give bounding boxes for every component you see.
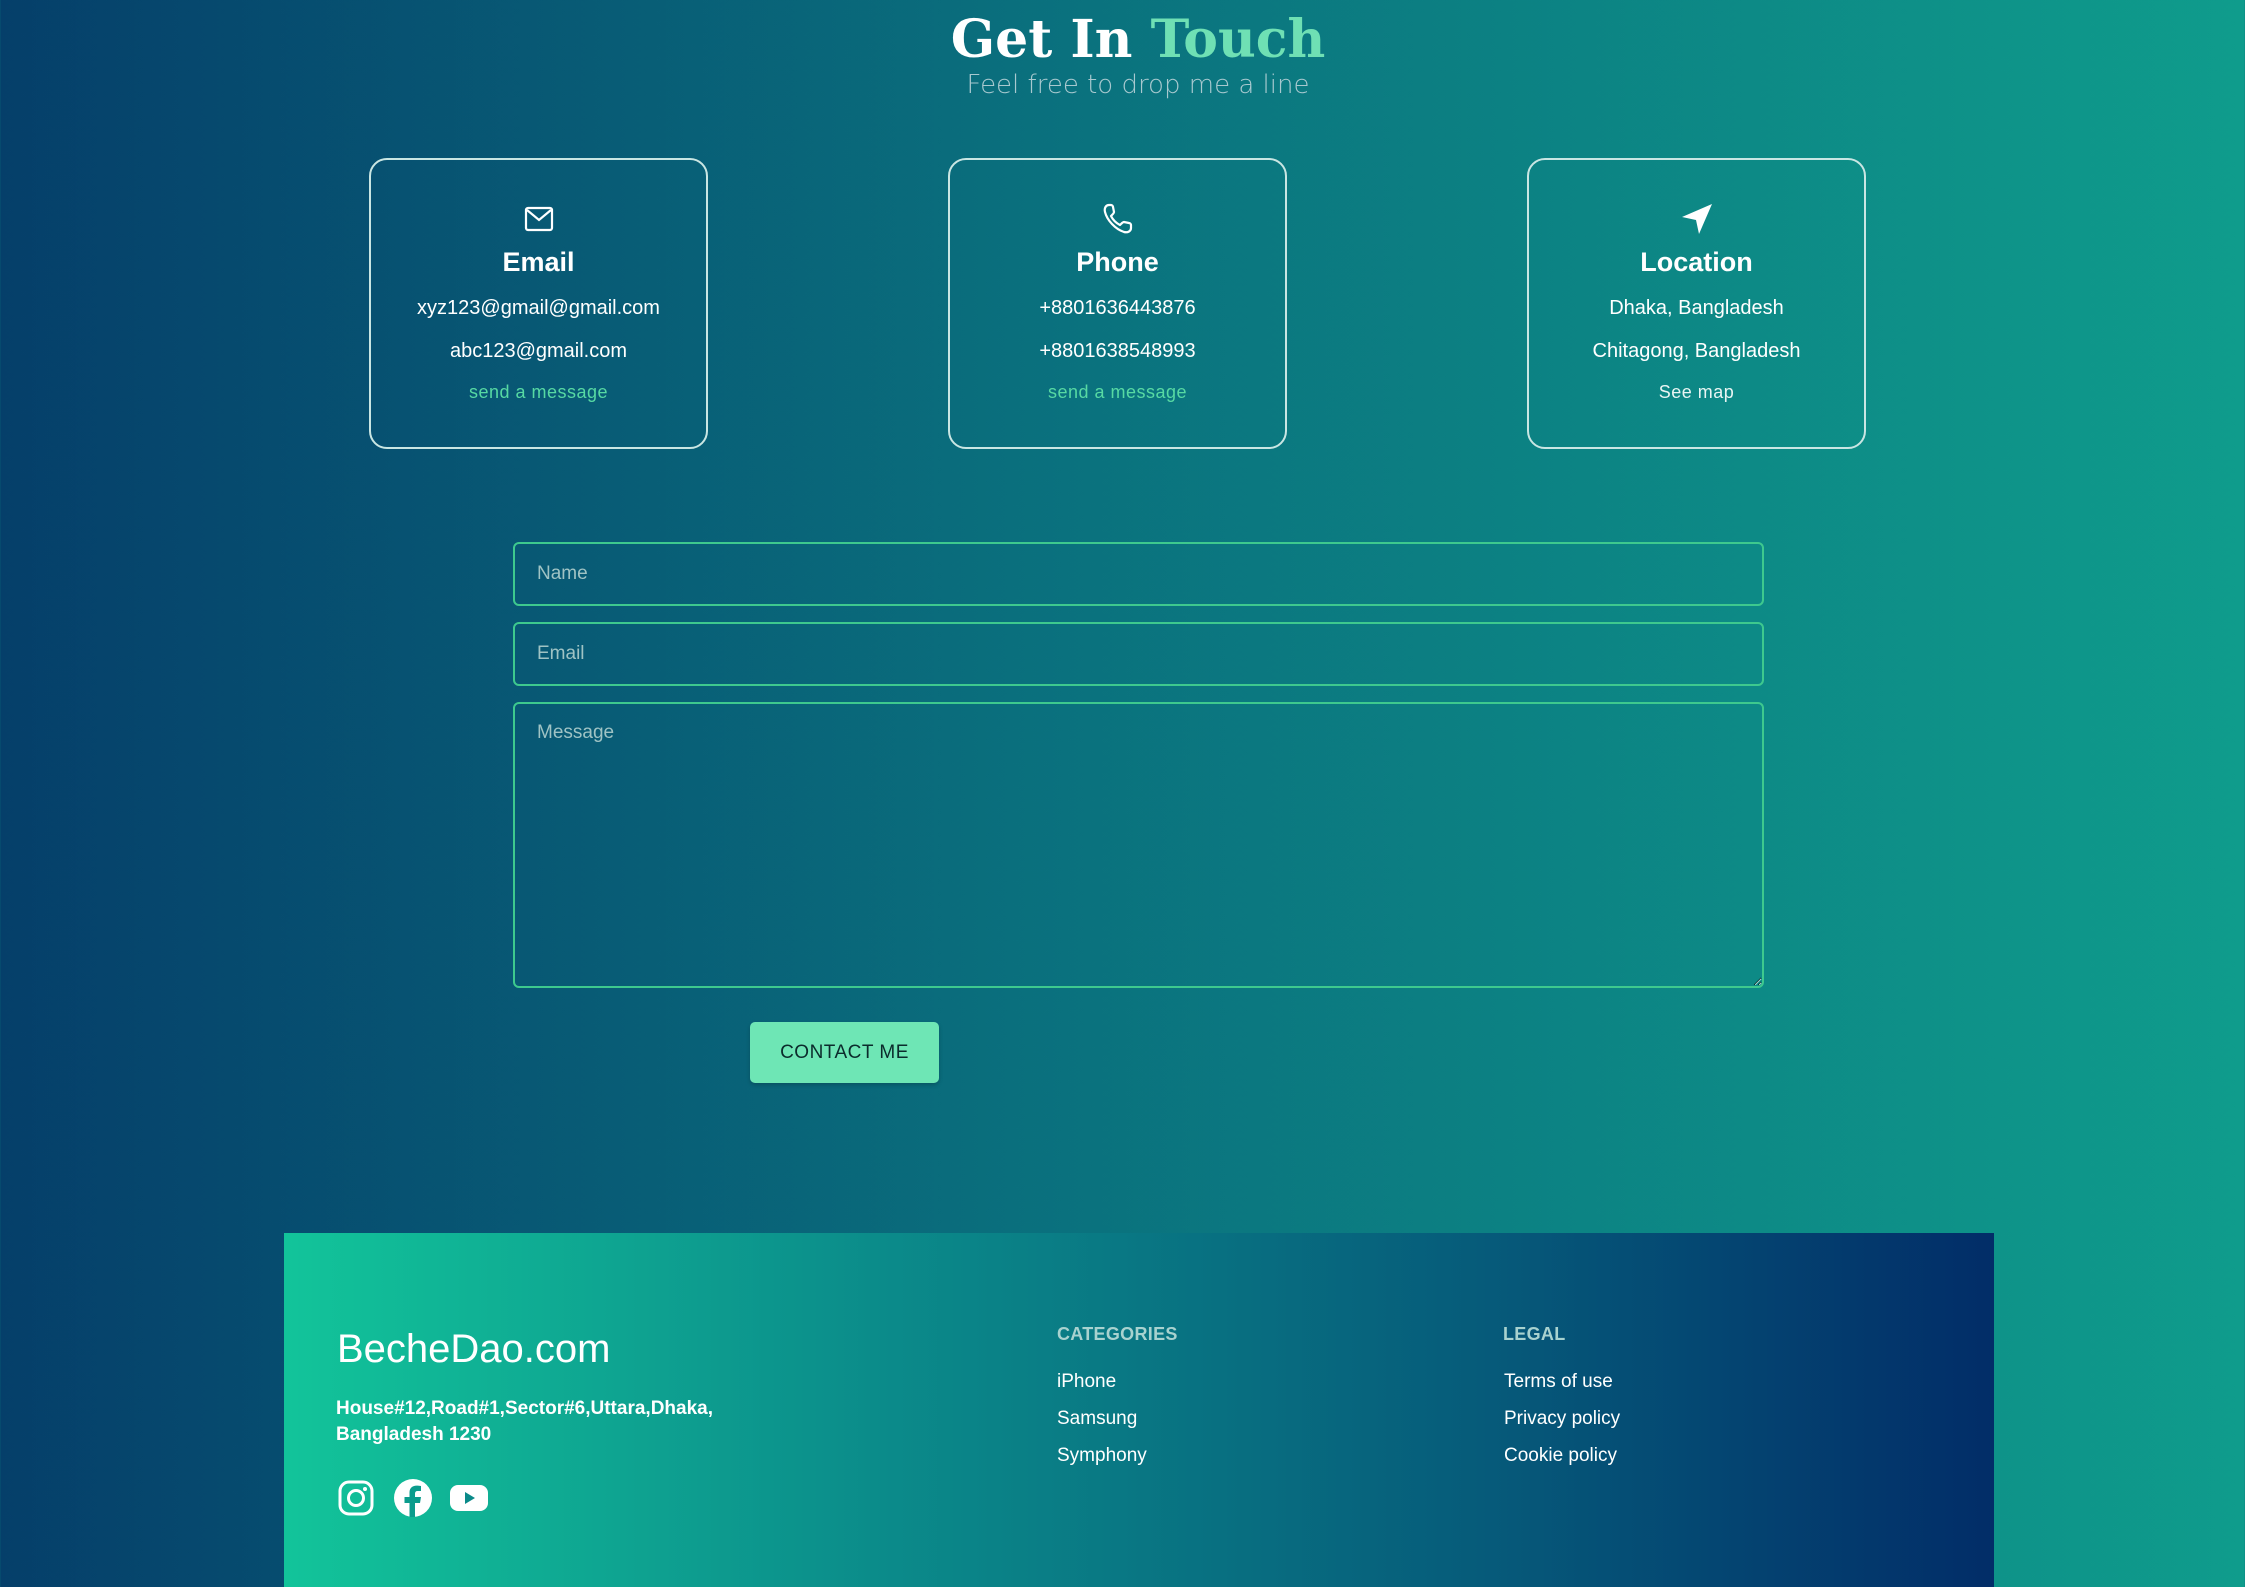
legal-heading: LEGAL	[1503, 1324, 1566, 1344]
phone-number-primary: +8801636443876	[1039, 297, 1196, 319]
email-send-message-link[interactable]: send a message	[371, 379, 706, 405]
youtube-icon[interactable]	[448, 1477, 490, 1519]
navigation-arrow-icon	[1529, 200, 1864, 238]
mail-icon	[371, 200, 706, 238]
footer-brand[interactable]: BecheDao.com	[337, 1324, 610, 1374]
phone-number-secondary: +8801638548993	[1039, 340, 1196, 362]
name-input[interactable]	[513, 542, 1764, 606]
categories-heading: CATEGORIES	[1057, 1324, 1178, 1344]
instagram-icon[interactable]	[335, 1477, 377, 1519]
page-title-part2: Touch	[1150, 9, 1326, 70]
category-link-samsung[interactable]: Samsung	[1057, 1406, 1137, 1432]
location-secondary: Chitagong, Bangladesh	[1592, 340, 1801, 362]
privacy-policy-link[interactable]: Privacy policy	[1504, 1406, 1620, 1432]
facebook-icon[interactable]	[392, 1477, 434, 1519]
email-address-primary: xyz123@gmail@gmail.com	[417, 297, 660, 319]
email-card: Email xyz123@gmail@gmail.com abc123@gmai…	[369, 158, 708, 449]
page-subtitle: Feel free to drop me a line	[966, 70, 1310, 100]
see-map-link[interactable]: See map	[1529, 379, 1864, 405]
footer: BecheDao.com House#12,Road#1,Sector#6,Ut…	[284, 1233, 1994, 1587]
phone-card: Phone +8801636443876 +8801638548993 send…	[948, 158, 1287, 449]
location-card: Location Dhaka, Bangladesh Chitagong, Ba…	[1527, 158, 1866, 449]
category-link-iphone[interactable]: iPhone	[1057, 1369, 1116, 1395]
page-title: Get In Touch	[0, 8, 2245, 72]
category-link-symphony[interactable]: Symphony	[1057, 1443, 1147, 1469]
phone-send-message-link[interactable]: send a message	[950, 379, 1285, 405]
location-card-title: Location	[1640, 247, 1753, 277]
terms-of-use-link[interactable]: Terms of use	[1504, 1369, 1613, 1395]
phone-icon	[950, 200, 1285, 238]
contact-me-button[interactable]: CONTACT ME	[750, 1022, 939, 1083]
email-card-title: Email	[502, 247, 575, 277]
footer-address: House#12,Road#1,Sector#6,Uttara,Dhaka, B…	[336, 1398, 713, 1445]
email-input[interactable]	[513, 622, 1764, 686]
cookie-policy-link[interactable]: Cookie policy	[1504, 1443, 1617, 1469]
location-primary: Dhaka, Bangladesh	[1609, 297, 1784, 319]
page-title-part1: Get In	[950, 9, 1133, 70]
phone-card-title: Phone	[1076, 247, 1159, 277]
message-textarea[interactable]	[513, 702, 1764, 988]
email-address-secondary: abc123@gmail.com	[449, 340, 628, 362]
